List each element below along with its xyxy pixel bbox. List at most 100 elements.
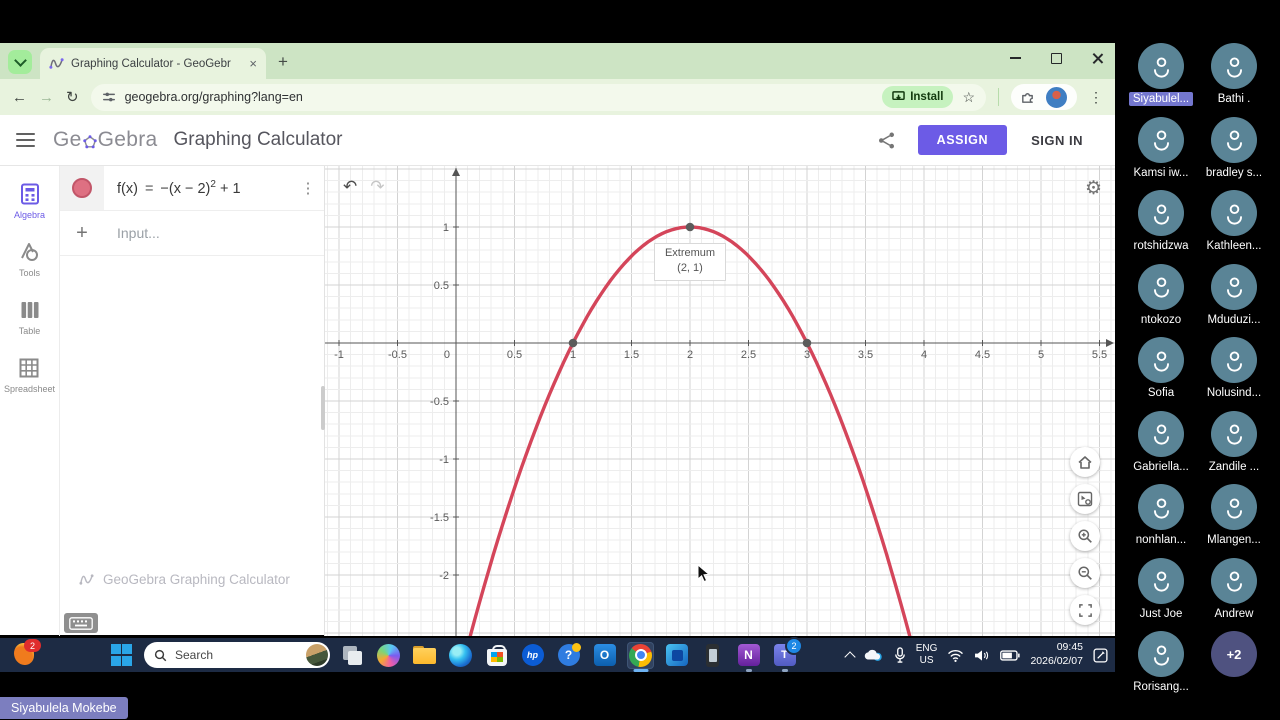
tray-overflow-icon[interactable] [844, 650, 856, 663]
taskbar-app-chrome[interactable] [627, 641, 654, 672]
participant-tile[interactable]: Andrew [1193, 557, 1275, 626]
taskbar-app-teams[interactable]: T2 [771, 636, 803, 672]
sidebar-item-spreadsheet[interactable]: Spreadsheet [4, 356, 55, 394]
participant-tile[interactable]: bradley s... [1193, 116, 1275, 185]
participant-tile[interactable]: Sofia [1120, 337, 1202, 405]
participant-tile[interactable]: Gabriella... [1120, 410, 1202, 479]
language-indicator[interactable]: ENG US [916, 643, 938, 668]
participant-tile[interactable]: rotshidzwa [1120, 190, 1202, 258]
overflow-count-avatar[interactable]: +2 [1211, 631, 1257, 677]
taskbar-app-edge[interactable] [447, 642, 474, 669]
virtual-keyboard-button[interactable] [64, 613, 98, 633]
fullscreen-button[interactable] [1070, 595, 1100, 625]
participant-avatar[interactable] [1138, 557, 1184, 604]
extremum-point[interactable] [685, 222, 695, 232]
sign-in-button[interactable]: SIGN IN [1031, 133, 1083, 148]
zoom-in-button[interactable] [1070, 521, 1100, 551]
browser-tab[interactable]: Graphing Calculator - GeoGebr × [40, 48, 266, 79]
participant-tile[interactable]: Mduduzi... [1193, 263, 1275, 332]
participant-overflow-tile[interactable]: +2 [1193, 631, 1275, 677]
back-button[interactable]: ← [12, 90, 27, 105]
graph-canvas[interactable]: -1 -0.5 0 0.5 1 1.5 2 2.5 3 3.5 4 4.5 5 5.510.5-0.5-1… [325, 166, 1115, 636]
action-center-icon[interactable] [1093, 647, 1108, 663]
new-tab-button[interactable]: + [278, 52, 288, 72]
sidebar-item-algebra[interactable]: Algebra [14, 182, 45, 220]
taskbar-app-phone-link[interactable] [699, 642, 726, 669]
sidebar-item-table[interactable]: Table [18, 298, 42, 336]
bookmark-star-icon[interactable]: ☆ [962, 89, 975, 106]
zoom-out-button[interactable] [1070, 558, 1100, 588]
algebra-input-row[interactable]: + Input... [60, 211, 324, 256]
participant-tile[interactable]: Rorisang... [1120, 631, 1202, 699]
participant-tile[interactable]: Zandile ... [1193, 410, 1275, 479]
start-button[interactable] [108, 642, 135, 669]
tab-close-icon[interactable]: × [249, 57, 257, 70]
main-menu-icon[interactable] [16, 133, 35, 147]
url-text[interactable]: geogebra.org/graphing?lang=en [125, 90, 874, 104]
extensions-puzzle-icon[interactable] [1020, 90, 1035, 105]
address-bar[interactable]: geogebra.org/graphing?lang=en Install ☆ [90, 83, 986, 111]
participant-avatar[interactable] [1138, 116, 1184, 163]
participant-tile[interactable]: ntokozo [1120, 263, 1202, 332]
participant-avatar[interactable] [1138, 337, 1184, 383]
participant-avatar[interactable] [1138, 410, 1184, 457]
participant-avatar[interactable] [1211, 557, 1257, 604]
participant-avatar[interactable] [1211, 263, 1257, 310]
assign-button[interactable]: ASSIGN [917, 125, 1008, 155]
wifi-icon[interactable] [947, 649, 964, 662]
root-point[interactable] [802, 338, 812, 348]
participant-tile[interactable]: Kamsi iw... [1120, 116, 1202, 185]
microphone-icon[interactable] [894, 647, 906, 663]
standard-view-button[interactable] [1070, 447, 1100, 477]
participant-avatar[interactable] [1211, 410, 1257, 457]
participant-tile[interactable]: Mlangen... [1193, 484, 1275, 552]
participant-avatar[interactable] [1138, 190, 1184, 236]
reload-button[interactable]: ↻ [66, 90, 79, 105]
weather-icon[interactable] [864, 648, 884, 662]
search-highlight-image[interactable] [306, 644, 328, 666]
participant-tile[interactable]: Nolusind... [1193, 337, 1275, 405]
taskbar-app-ms-store[interactable] [483, 642, 510, 669]
graphics-view[interactable]: -1 -0.5 0 0.5 1 1.5 2 2.5 3 3.5 4 4.5 5 5.5 1 0.5 -0.5 -1… [325, 166, 1115, 636]
browser-menu-icon[interactable]: ⋮ [1089, 89, 1103, 106]
participant-avatar[interactable] [1211, 337, 1257, 383]
undo-button[interactable]: ↶ [343, 177, 357, 197]
participant-avatar[interactable] [1138, 43, 1184, 89]
algebra-input[interactable]: Input... [104, 225, 160, 241]
sidebar-item-tools[interactable]: Tools [18, 240, 42, 278]
taskbar-app-onenote[interactable]: N [735, 642, 762, 672]
graph-settings-icon[interactable]: ⚙ [1085, 177, 1102, 200]
maximize-button[interactable] [1051, 52, 1062, 64]
algebra-row-function[interactable]: f(x) = −(x − 2)2 + 1 ⋮ [60, 166, 324, 211]
taskbar-app-get-help[interactable]: ? [555, 642, 582, 669]
participant-tile[interactable]: nonhlan... [1120, 484, 1202, 552]
taskbar-app-copilot[interactable] [375, 642, 402, 669]
profile-avatar[interactable] [1045, 85, 1068, 109]
participant-tile[interactable]: Kathleen... [1193, 190, 1275, 258]
participant-avatar[interactable] [1138, 484, 1184, 530]
participant-avatar[interactable] [1138, 263, 1184, 310]
function-formula[interactable]: f(x) = −(x − 2)2 + 1 [104, 179, 292, 197]
geogebra-logo[interactable]: Ge Gebra [53, 128, 158, 152]
taskbar-app-media-player[interactable] [663, 642, 690, 669]
close-window-button[interactable] [1092, 53, 1103, 64]
function-visibility-toggle[interactable] [72, 178, 92, 198]
install-app-button[interactable]: Install [882, 86, 954, 108]
participant-tile[interactable]: Bathi . [1193, 43, 1275, 111]
show-all-objects-button[interactable] [1070, 484, 1100, 514]
tab-search-button[interactable] [8, 50, 32, 74]
participant-tile[interactable]: Siyabulel... [1120, 43, 1202, 111]
participant-avatar[interactable] [1138, 631, 1184, 677]
taskbar-app-task-view[interactable] [339, 642, 366, 669]
battery-icon[interactable] [1000, 649, 1021, 661]
volume-icon[interactable] [974, 649, 990, 662]
share-icon[interactable] [877, 131, 896, 150]
participant-avatar[interactable] [1211, 43, 1257, 89]
site-info-icon[interactable] [102, 90, 116, 104]
function-menu-icon[interactable]: ⋮ [292, 179, 324, 197]
notification-app-icon[interactable]: 2 [14, 639, 41, 666]
participant-avatar[interactable] [1211, 190, 1257, 236]
taskbar-app-file-explorer[interactable] [411, 642, 438, 669]
root-point[interactable] [568, 338, 578, 348]
taskbar-app-hp[interactable]: hp [519, 642, 546, 669]
